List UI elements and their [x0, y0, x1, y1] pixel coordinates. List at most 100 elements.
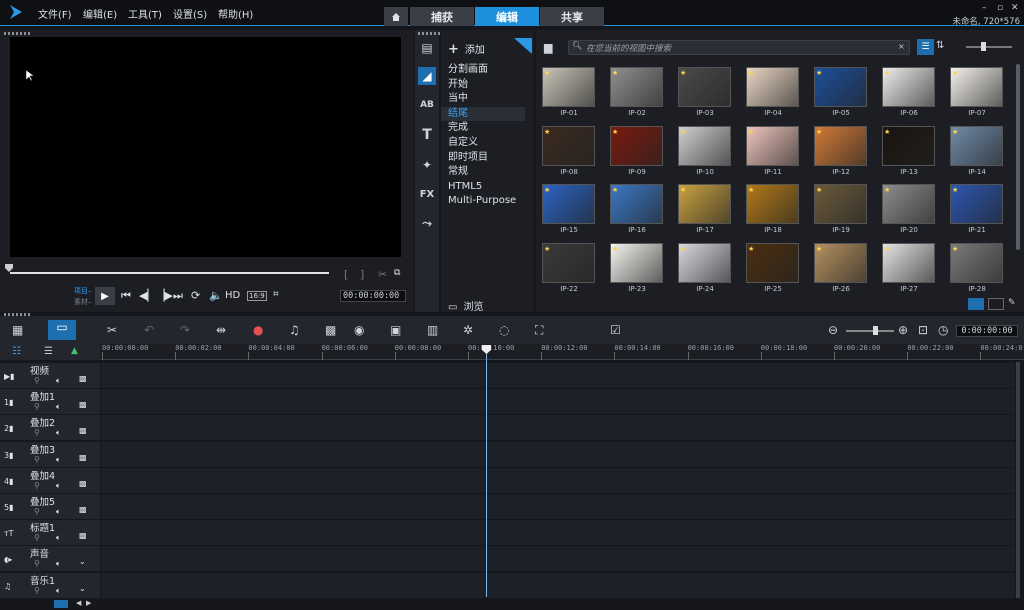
- storyboard-view-button[interactable]: ▦: [12, 323, 23, 337]
- transition-icon[interactable]: AB: [418, 96, 436, 114]
- maximize-button[interactable]: ▫: [997, 3, 1003, 13]
- record-capture-icon[interactable]: ●: [253, 323, 263, 337]
- track-lane[interactable]: [101, 520, 1015, 547]
- motion-tracking-icon[interactable]: ◉: [354, 323, 364, 337]
- template-thumbnail[interactable]: ★: [746, 125, 799, 166]
- view-mode-icon[interactable]: [968, 298, 984, 310]
- mute-icon[interactable]: 🔈︎: [56, 455, 61, 465]
- template-thumbnail[interactable]: ★: [950, 242, 1003, 283]
- multi-camera-icon[interactable]: ▥: [427, 323, 438, 337]
- subtitle-editor-icon[interactable]: ▣: [390, 323, 401, 337]
- browse-button[interactable]: ▭ 浏览: [448, 298, 483, 313]
- link-icon[interactable]: ⚲: [34, 481, 40, 490]
- scrub-bar[interactable]: [10, 272, 329, 274]
- template-thumbnail[interactable]: ★: [746, 184, 799, 224]
- track-manager-icon[interactable]: ☷: [12, 346, 21, 357]
- track-lane[interactable]: [101, 389, 1015, 416]
- mute-icon[interactable]: 🔈︎: [56, 533, 61, 543]
- track-lane[interactable]: [101, 441, 1015, 468]
- sound-mixer-icon[interactable]: ♫: [289, 323, 300, 337]
- thumbnail-size-handle[interactable]: [981, 42, 986, 51]
- template-thumbnail[interactable]: ★: [678, 242, 731, 283]
- category-item[interactable]: 当中: [441, 92, 525, 106]
- category-item[interactable]: 即时项目: [441, 151, 525, 165]
- menu-help[interactable]: 帮助(H): [218, 6, 253, 21]
- fx-icon[interactable]: FX: [418, 185, 436, 203]
- time-remapping-icon[interactable]: ◌: [499, 323, 509, 337]
- category-item[interactable]: HTML5: [441, 180, 525, 194]
- tab-capture[interactable]: 捕获: [410, 7, 474, 26]
- path-icon[interactable]: ⤳: [418, 214, 436, 232]
- ripple-edit-icon[interactable]: ▩: [79, 505, 87, 514]
- auto-music-icon[interactable]: ▩: [325, 323, 336, 337]
- template-thumbnail[interactable]: ★: [882, 125, 935, 166]
- expand-track-icon[interactable]: ⌄: [79, 584, 86, 593]
- template-thumbnail[interactable]: ★: [814, 242, 867, 283]
- link-icon[interactable]: ⚲: [34, 455, 40, 464]
- template-thumbnail[interactable]: ★: [746, 67, 799, 107]
- tab-share[interactable]: 共享: [540, 7, 604, 26]
- category-item[interactable]: Multi-Purpose: [441, 194, 525, 208]
- template-thumbnail[interactable]: ★: [950, 125, 1003, 166]
- preview-timecode[interactable]: 00:00:00:00: [340, 290, 406, 302]
- enlarge-icon[interactable]: ⧉: [394, 268, 400, 278]
- template-thumbnail[interactable]: ★: [678, 67, 731, 107]
- chapter-icon[interactable]: ☰: [44, 346, 53, 357]
- template-thumbnail[interactable]: ★: [746, 242, 799, 283]
- panel-grip[interactable]: [4, 32, 30, 35]
- category-item[interactable]: 常规: [441, 165, 525, 179]
- minimize-button[interactable]: –: [982, 3, 987, 13]
- template-thumbnail[interactable]: ★: [678, 125, 731, 166]
- zoom-in-icon[interactable]: ⊕: [898, 323, 908, 337]
- zoom-slider-handle[interactable]: [873, 326, 878, 335]
- mute-icon[interactable]: 🔈︎: [56, 507, 61, 517]
- category-item[interactable]: 开始: [441, 78, 525, 92]
- link-icon[interactable]: ⚲: [34, 376, 40, 385]
- template-thumbnail[interactable]: ★: [542, 184, 595, 224]
- template-thumbnail[interactable]: ★: [882, 242, 935, 283]
- mute-icon[interactable]: 🔈︎: [56, 376, 61, 386]
- category-item[interactable]: 完成: [441, 121, 525, 135]
- close-button[interactable]: ✕: [1011, 3, 1019, 13]
- link-icon[interactable]: ⚲: [34, 402, 40, 411]
- template-thumbnail[interactable]: ★: [542, 125, 595, 166]
- media-icon[interactable]: ▤: [418, 39, 436, 57]
- template-thumbnail[interactable]: ★: [814, 67, 867, 107]
- timeline-scrollbar[interactable]: [1016, 362, 1020, 598]
- add-button[interactable]: + 添加: [448, 41, 485, 57]
- template-thumbnail[interactable]: ★: [814, 184, 867, 224]
- mask-creator-icon[interactable]: ✲: [463, 323, 473, 337]
- instant-project-icon[interactable]: ◢: [418, 67, 436, 85]
- mark-in-icon[interactable]: [: [344, 268, 348, 281]
- tab-edit[interactable]: 编辑: [475, 7, 539, 26]
- track-lane[interactable]: [101, 415, 1015, 442]
- previous-frame-icon[interactable]: ◀▏: [139, 289, 156, 302]
- link-icon[interactable]: ⚲: [34, 507, 40, 516]
- template-thumbnail[interactable]: ★: [814, 125, 867, 166]
- graphics-icon[interactable]: ✦: [418, 156, 436, 174]
- ripple-edit-icon[interactable]: ▩: [79, 374, 87, 383]
- fit-timeline-icon[interactable]: ⊡: [918, 323, 928, 337]
- fit-project-icon[interactable]: ⇹: [216, 323, 226, 337]
- ripple-edit-icon[interactable]: ▩: [79, 531, 87, 540]
- template-thumbnail[interactable]: ★: [950, 184, 1003, 224]
- repeat-icon[interactable]: ⟳: [191, 289, 200, 302]
- category-item[interactable]: 结尾: [441, 106, 525, 121]
- scroll-right-icon[interactable]: ▶: [86, 599, 91, 607]
- home-start-icon[interactable]: ⏮: [121, 289, 131, 303]
- template-thumbnail[interactable]: ★: [542, 67, 595, 107]
- link-icon[interactable]: ⚲: [34, 559, 40, 568]
- smart-render-icon[interactable]: ☑: [610, 323, 621, 337]
- home-tab[interactable]: [384, 7, 408, 26]
- mute-icon[interactable]: 🔈︎: [56, 402, 61, 412]
- mute-icon[interactable]: 🔈︎: [56, 559, 61, 569]
- import-folder-icon[interactable]: ▆: [544, 41, 552, 54]
- aspect-ratio-selector[interactable]: 16:9: [247, 291, 267, 301]
- list-view-icon[interactable]: ☰: [917, 39, 934, 55]
- link-icon[interactable]: ⚲: [34, 428, 40, 437]
- edit-icon[interactable]: ✎: [1008, 298, 1016, 308]
- split-clip-icon[interactable]: ✂: [378, 268, 387, 281]
- play-button[interactable]: ▶: [95, 287, 115, 305]
- track-lane[interactable]: [101, 363, 1015, 389]
- track-lane[interactable]: [101, 546, 1015, 573]
